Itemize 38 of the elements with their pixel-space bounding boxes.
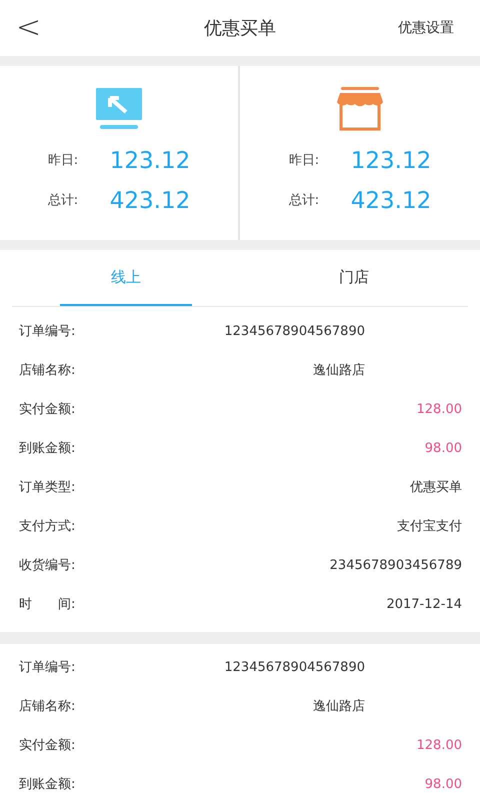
field-label: 订单编号: [19,658,76,677]
monitor-arrow-icon [95,88,143,130]
field-label: 到账金额: [19,776,76,794]
stat-label: 总计: [288,192,320,210]
field-value: 98.00 [424,440,462,458]
field-label: 订单编号: [19,322,76,341]
field-label: 店铺名称: [19,362,76,380]
field-label: 支付方式: [19,518,76,536]
field-label: 实付金额: [19,400,76,419]
back-button[interactable]: < [16,13,42,43]
field-value: 2017-12-14 [386,596,462,614]
stat-value: 423.12 [110,187,190,216]
stat-label: 昨日: [48,152,80,170]
field-value: 逸仙路店 [313,362,365,380]
tab[interactable]: 门店 [240,250,468,306]
storefront-icon [336,87,384,131]
field-label: 时 间: [19,596,76,614]
field-label: 店铺名称: [19,698,76,716]
stat-value: 423.12 [350,187,432,216]
page-title: 优惠买单 [204,18,276,38]
field-value: 128.00 [416,400,462,419]
stat-value: 123.12 [350,147,432,176]
field-value: 128.00 [416,736,462,755]
field-value: 98.00 [424,776,462,794]
field-value: 2345678903456789 [330,556,462,575]
field-value: 12345678904567890 [224,322,365,341]
field-value: 逸仙路店 [313,698,365,716]
stat-label: 总计: [48,192,80,210]
field-label: 实付金额: [19,736,76,755]
field-label: 到账金额: [19,440,76,458]
settings-link[interactable]: 优惠设置 [398,18,454,38]
field-value: 优惠买单 [410,478,462,497]
stat-value: 123.12 [110,147,190,176]
field-label: 收货编号: [19,556,76,575]
field-value: 支付宝支付 [397,518,462,536]
field-value: 12345678904567890 [224,658,365,677]
stat-label: 昨日: [288,152,320,170]
field-label: 订单类型: [19,478,76,497]
